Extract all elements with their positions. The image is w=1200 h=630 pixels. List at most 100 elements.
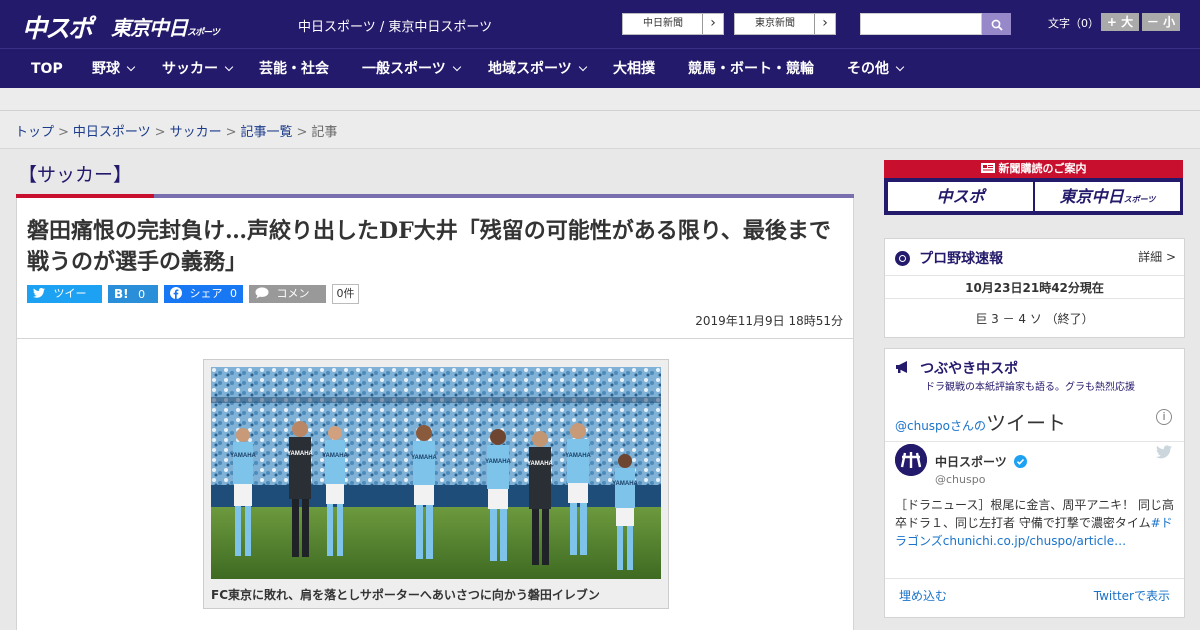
article-photo-figure: YAMAHA YAMAHA YAMAHA YAMAHA YAMAHA YAMAH… — [203, 359, 669, 609]
twitter-bird-icon — [33, 288, 45, 298]
divider — [885, 441, 1184, 442]
twitter-widget-title: つぶやき中スポ — [920, 361, 1019, 377]
nav-item-general-sports[interactable]: 一般スポーツ — [362, 49, 461, 89]
timeline-tweets-label: ツイート — [986, 411, 1067, 435]
twitter-widget-subtitle: ドラ観戦の本紙評論家も語る。グラも熱烈応援 — [925, 382, 1135, 393]
jersey-sponsor: YAMAHA — [565, 453, 591, 459]
header-spacer — [0, 88, 1200, 111]
facebook-count: 0 — [230, 287, 237, 300]
nav-item-other[interactable]: その他 — [847, 49, 905, 89]
chevron-right-icon: › — [814, 14, 835, 34]
twitter-bird-icon[interactable] — [1156, 445, 1172, 459]
nav-item-sumo[interactable]: 大相撲 — [613, 49, 655, 89]
baseball-widget-header: プロ野球速報 — [895, 248, 1003, 268]
baseball-scores-widget: プロ野球速報 詳細 > 10月23日21時42分現在 巨 3 － 4 ソ （終了… — [884, 238, 1185, 338]
search-icon — [991, 19, 1003, 31]
article-photo[interactable]: YAMAHA YAMAHA YAMAHA YAMAHA YAMAHA YAMAH… — [211, 367, 661, 579]
baseball-score[interactable]: 巨 3 － 4 ソ （終了） — [885, 310, 1184, 327]
photo-caption: FC東京に敗れ、肩を落としサポーターへあいさつに向かう磐田イレブン — [211, 588, 600, 602]
verified-badge-icon — [1013, 455, 1027, 468]
nav-label: 競馬・ボート・競輪 — [688, 61, 814, 77]
baseball-detail-link[interactable]: 詳細 > — [1138, 248, 1176, 265]
tweet-button[interactable]: ツイート — [27, 285, 102, 318]
tokyo-chunichi-logo[interactable]: 東京中日スポーツ — [111, 12, 220, 41]
tweet-account-name[interactable]: 中日スポーツ — [935, 453, 1027, 470]
breadcrumb-separator: > — [296, 125, 308, 140]
chunichi-shimbun-label: 中日新聞 — [643, 18, 683, 29]
breadcrumb-separator: > — [225, 125, 237, 140]
font-size-bigger-button[interactable]: + 大 — [1101, 13, 1139, 31]
breadcrumb-link-article-list[interactable]: 記事一覧 — [241, 125, 293, 140]
comment-button[interactable]: コメント — [249, 285, 326, 318]
subscription-banner-title: 新聞購読のご案内 — [884, 160, 1183, 178]
tweet-account-handle[interactable]: @chuspo — [935, 473, 985, 486]
timeline-handle: @chuspoさんの — [895, 419, 987, 433]
facebook-share-label: シェア — [189, 287, 223, 300]
hatena-bookmark-button[interactable]: B! 0 — [108, 285, 158, 303]
jersey-sponsor: YAMAHA — [527, 461, 553, 467]
chevron-right-icon: › — [702, 14, 723, 34]
tokyo-shimbun-link[interactable]: 東京新聞 › — [734, 13, 836, 35]
facebook-icon — [170, 287, 182, 299]
tokyo-chunichi-logo-text: 東京中日 — [111, 16, 188, 40]
nav-item-baseball[interactable]: 野球 — [92, 49, 136, 89]
breadcrumb-separator: > — [58, 125, 69, 140]
search-input[interactable] — [860, 13, 982, 35]
nav-item-soccer[interactable]: サッカー — [162, 49, 234, 89]
megaphone-icon — [896, 361, 907, 373]
tweet-account-name-text: 中日スポーツ — [935, 455, 1007, 469]
subscription-banner[interactable]: 新聞購読のご案内 中スポ 東京中日スポーツ — [884, 160, 1183, 215]
team-photo-illustration: YAMAHA YAMAHA YAMAHA YAMAHA YAMAHA YAMAH… — [211, 367, 661, 579]
article-date: 2019年11月9日 18時51分 — [695, 314, 843, 328]
nav-label: サッカー — [162, 61, 218, 77]
nav-item-racing[interactable]: 競馬・ボート・競輪 — [688, 49, 814, 89]
breadcrumb: トップ > 中日スポーツ > サッカー > 記事一覧 > 記事 — [0, 111, 1200, 149]
divider — [885, 298, 1184, 299]
nav-label: 大相撲 — [613, 61, 655, 77]
jersey-sponsor: YAMAHA — [322, 453, 348, 459]
chevron-down-icon — [895, 62, 905, 72]
nav-item-top[interactable]: TOP — [31, 49, 63, 89]
nav-item-local-sports[interactable]: 地域スポーツ — [488, 49, 587, 89]
timeline-header[interactable]: @chuspoさんのツイート — [895, 407, 1175, 436]
avatar[interactable] — [895, 444, 927, 476]
font-size-label: 文字（0） — [1048, 17, 1099, 30]
jersey-sponsor: YAMAHA — [230, 453, 256, 459]
breadcrumb-current: 記事 — [311, 125, 338, 140]
site-tagline[interactable]: 中日スポーツ / 東京中日スポーツ — [298, 16, 492, 35]
chevron-down-icon — [452, 62, 461, 72]
breadcrumb-link-soccer[interactable]: サッカー — [170, 125, 222, 140]
comment-count[interactable]: 0件 — [332, 284, 359, 304]
breadcrumb-link-chuspo[interactable]: 中日スポーツ — [73, 125, 151, 140]
nav-label: 野球 — [92, 61, 120, 77]
article-body: YAMAHA YAMAHA YAMAHA YAMAHA YAMAHA YAMAH… — [16, 339, 854, 630]
facebook-share-button[interactable]: シェア 0 — [164, 285, 243, 303]
subscribe-tokyo-chunichi-sub: スポーツ — [1123, 195, 1156, 204]
chuspo-logo[interactable]: 中スポ — [22, 9, 93, 45]
chunichi-shimbun-link[interactable]: 中日新聞 › — [622, 13, 724, 35]
tweet-text: ［ドラニュース］根尾に金言、周平アニキ！ 同じ高卒ドラ１、同じ左打者 守備で打撃… — [895, 496, 1175, 550]
tweet-url-link[interactable]: chunichi.co.jp/chuspo/article… — [943, 534, 1126, 548]
jersey-sponsor: YAMAHA — [612, 481, 638, 487]
nav-item-entertainment[interactable]: 芸能・社会 — [259, 49, 329, 89]
view-on-twitter-link[interactable]: Twitterで表示 — [1094, 587, 1170, 604]
embed-link[interactable]: 埋め込む — [899, 587, 947, 604]
article-category: 【サッカー】 — [18, 164, 133, 186]
subscribe-chuspo-button[interactable]: 中スポ — [888, 182, 1033, 211]
subscribe-tokyo-chunichi-button[interactable]: 東京中日スポーツ — [1035, 182, 1180, 211]
search-button[interactable] — [982, 13, 1011, 35]
speech-bubble-icon — [255, 287, 269, 299]
divider — [885, 578, 1184, 579]
chuspo-avatar-logo — [895, 444, 927, 476]
tweet-body: ［ドラニュース］根尾に金言、周平アニキ！ 同じ高卒ドラ１、同じ左打者 守備で打撃… — [895, 498, 1174, 530]
chevron-down-icon — [224, 62, 234, 72]
twitter-widget-header: つぶやき中スポ — [895, 358, 1018, 378]
tokyo-shimbun-label: 東京新聞 — [755, 18, 795, 29]
nav-label: TOP — [31, 61, 63, 77]
main-nav: TOP 野球 サッカー 芸能・社会 一般スポーツ 地域スポーツ 大相撲 競馬・ボ… — [0, 48, 1200, 88]
chevron-down-icon — [578, 62, 587, 72]
chevron-down-icon — [126, 62, 136, 72]
font-size-smaller-button[interactable]: － 小 — [1142, 13, 1180, 31]
info-icon[interactable]: i — [1156, 409, 1172, 425]
breadcrumb-link-top[interactable]: トップ — [15, 125, 54, 140]
